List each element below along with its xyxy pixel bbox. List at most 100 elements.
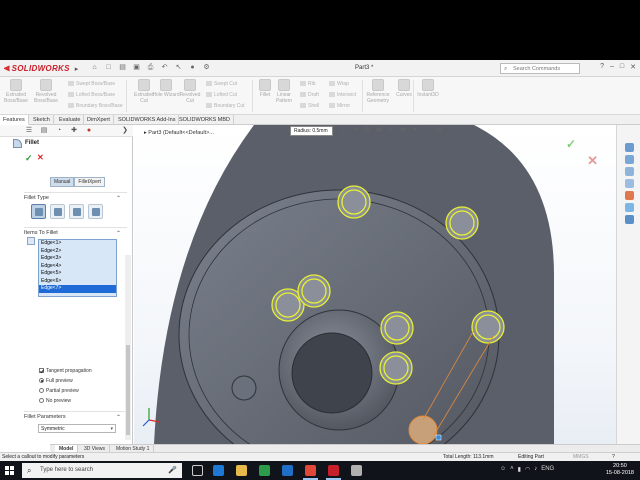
resources-icon[interactable] [625, 143, 634, 152]
collapse-icon[interactable]: ⌃ [116, 414, 121, 421]
lofted-cut-button[interactable]: Lofted Cut [206, 92, 237, 98]
list-item[interactable]: Edge<1> [39, 240, 116, 248]
boundary-cut-button[interactable]: Boundary Cut [206, 103, 245, 109]
rib-button[interactable]: Rib [300, 81, 316, 87]
full-preview-radio[interactable]: Full preview [39, 378, 73, 384]
design-library-icon[interactable] [625, 155, 634, 164]
save-icon[interactable]: ▣ [132, 64, 141, 72]
list-item-selected[interactable]: Edge<7> [39, 285, 116, 293]
shell-button[interactable]: Shell [300, 103, 319, 109]
tab-manual[interactable]: Manual [50, 177, 75, 187]
no-preview-radio[interactable]: No preview [39, 398, 71, 404]
swept-boss-button[interactable]: Swept Boss/Base [68, 81, 115, 87]
intersect-button[interactable]: Intersect [329, 92, 356, 98]
restore-icon[interactable]: □ [620, 63, 624, 71]
rebuild-icon[interactable]: ● [188, 64, 197, 72]
chrome-icon[interactable] [303, 465, 318, 480]
view-orientation-icon[interactable]: ▣ [375, 126, 383, 134]
file-explorer-icon[interactable] [625, 167, 634, 176]
list-item[interactable]: Edge<6> [39, 278, 116, 286]
wrap-button[interactable]: Wrap [329, 81, 349, 87]
windows-start-icon[interactable] [5, 466, 14, 475]
volume-icon[interactable]: ♪ [534, 466, 537, 473]
linear-pattern-button[interactable]: Linear Pattern [270, 79, 298, 104]
display-manager-icon[interactable]: ● [84, 127, 94, 135]
options-icon[interactable]: ⚙ [202, 64, 211, 72]
view-settings-icon[interactable]: ▤ [435, 126, 443, 134]
feature-tree-icon[interactable]: ☰ [24, 127, 34, 135]
units[interactable]: MMGS [573, 453, 589, 461]
reference-geometry-button[interactable]: Reference Geometry [364, 79, 392, 104]
task-view-icon[interactable] [192, 465, 203, 476]
custom-properties-icon[interactable] [625, 203, 634, 212]
solidworks-logo[interactable]: ⫷ SOLIDWORKS ▸ [4, 63, 78, 74]
hide-show-icon[interactable]: ◉ [399, 126, 407, 134]
tab-filletxpert[interactable]: FilletXpert [74, 177, 105, 187]
wifi-icon[interactable]: ◠ [525, 466, 530, 473]
close-icon[interactable]: ✕ [630, 63, 636, 71]
taskbar-search[interactable]: ⌕ Type here to search 🎤 [22, 463, 182, 478]
scrollbar-thumb[interactable] [126, 345, 130, 435]
list-item[interactable]: Edge<2> [39, 248, 116, 256]
confirm-ok-icon[interactable]: ✓ [566, 137, 576, 151]
extruded-boss-button[interactable]: Extruded Boss/Base [2, 79, 30, 104]
variable-size-fillet-icon[interactable] [50, 204, 65, 219]
collapse-icon[interactable]: ⌃ [116, 195, 121, 202]
revolved-boss-button[interactable]: Revolved Boss/Base [32, 79, 60, 104]
zoom-fit-icon[interactable]: ⌕ [339, 126, 347, 134]
home-icon[interactable]: ⌂ [90, 64, 99, 72]
view-palette-icon[interactable] [625, 179, 634, 188]
mirror-button[interactable]: Mirror [329, 103, 350, 109]
clock[interactable]: 20:50 15-08-2018 [606, 463, 634, 477]
scene-icon[interactable]: □ [423, 126, 431, 134]
collapse-icon[interactable]: ⌃ [116, 230, 121, 237]
tab-addins[interactable]: SOLIDWORKS Add-Ins [115, 115, 180, 125]
fillet-parameters-section[interactable]: Fillet Parameters ⌃ [24, 414, 121, 421]
select-icon[interactable]: ↖ [174, 64, 183, 72]
fillet-type-section[interactable]: Fillet Type ⌃ [24, 195, 121, 202]
property-manager-icon[interactable]: ▤ [39, 127, 49, 135]
pm-scrollbar[interactable] [125, 255, 131, 440]
draft-button[interactable]: Draft [300, 92, 319, 98]
zoom-area-icon[interactable]: ⌖ [351, 126, 359, 134]
section-view-icon[interactable]: ▧ [363, 126, 371, 134]
appearances-icon[interactable] [625, 191, 634, 200]
app-icon[interactable] [351, 465, 362, 476]
items-to-fillet-section[interactable]: Items To Fillet ⌃ [24, 230, 121, 237]
confirm-cancel-icon[interactable]: ✕ [587, 153, 598, 169]
list-item[interactable]: Edge<3> [39, 255, 116, 263]
ok-button[interactable]: ✓ [25, 153, 33, 164]
search-commands-input[interactable]: ⌕ Search Commands [500, 63, 580, 74]
menu-arrow-icon[interactable]: ▸ [75, 65, 79, 73]
partial-preview-radio[interactable]: Partial preview [39, 388, 79, 394]
microphone-icon[interactable]: 🎤 [168, 463, 177, 478]
solidworks-taskbar-icon[interactable] [326, 465, 341, 480]
tab-sketch[interactable]: Sketch [30, 115, 54, 125]
tab-evaluate[interactable]: Evaluate [56, 115, 85, 125]
edge-list[interactable]: Edge<1> Edge<2> Edge<3> Edge<4> Edge<5> … [38, 239, 117, 297]
constant-size-fillet-icon[interactable] [31, 204, 46, 219]
file-explorer-icon[interactable] [236, 465, 247, 476]
edge-icon[interactable] [213, 465, 224, 476]
list-item[interactable]: Edge<5> [39, 270, 116, 278]
battery-icon[interactable]: ▮ [518, 466, 521, 473]
new-icon[interactable]: □ [104, 64, 113, 72]
tab-mbd[interactable]: SOLIDWORKS MBD [176, 115, 235, 125]
tab-features[interactable]: Features [0, 115, 29, 125]
chevron-up-icon[interactable]: ˄ [510, 466, 514, 473]
help-icon[interactable]: ? [600, 63, 604, 71]
pane-expand-icon[interactable]: ❯ [120, 127, 130, 135]
language-indicator[interactable]: ENG [541, 466, 554, 473]
display-style-icon[interactable]: ◐ [387, 126, 395, 134]
mail-icon[interactable] [282, 465, 293, 476]
print-icon[interactable]: ⎙ [146, 64, 155, 72]
radius-callout[interactable]: Radius: 0.5mm [290, 126, 333, 136]
configuration-icon[interactable]: ◔ [54, 127, 64, 135]
face-fillet-icon[interactable] [69, 204, 84, 219]
undo-icon[interactable]: ↶ [160, 64, 169, 72]
help-icon[interactable]: ? [612, 453, 615, 461]
open-icon[interactable]: ▤ [118, 64, 127, 72]
symmetric-select[interactable]: Symmetric ▾ [38, 424, 116, 433]
feature-tree-flyout[interactable]: ▸ Part3 (Default<<Default>... [144, 130, 214, 136]
tab-dimxpert[interactable]: DimXpert [84, 115, 114, 125]
